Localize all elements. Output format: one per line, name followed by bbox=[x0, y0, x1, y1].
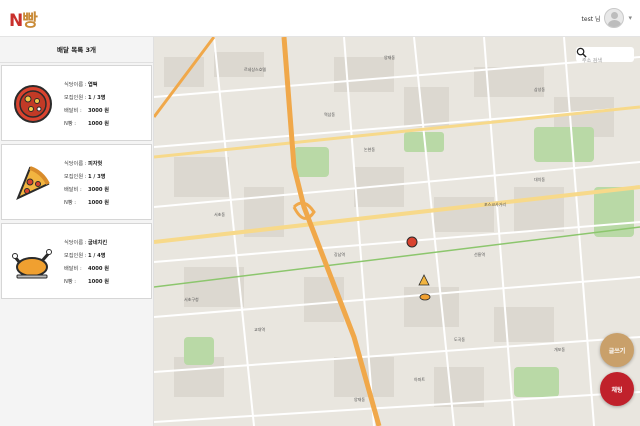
map-label: 교대역 bbox=[254, 327, 266, 332]
user-name: test 님 bbox=[581, 15, 601, 23]
map-label: 개포동 bbox=[554, 347, 566, 352]
n-split-value: 1000 원 bbox=[88, 121, 110, 127]
delivery-fee-label: 배달비 : bbox=[64, 187, 82, 193]
restaurant-label: 식당이름 : bbox=[64, 240, 87, 246]
restaurant-value: 피자헛 bbox=[88, 161, 103, 167]
map-view[interactable]: 양재동 역삼동 서초동 삼성동 논현동 대치동 강남역 선릉역 도곡동 개포동 … bbox=[154, 37, 640, 426]
logo-text: 빵 bbox=[22, 11, 38, 31]
restaurant-value: 굽네치킨 bbox=[88, 240, 108, 246]
logo-n: N bbox=[9, 11, 23, 31]
map-canvas[interactable] bbox=[154, 37, 640, 426]
map-label: 아파트 bbox=[414, 377, 426, 382]
n-split-value: 1000 원 bbox=[88, 279, 110, 285]
pizza-slice-icon bbox=[16, 166, 50, 200]
delivery-fee-label: 배달비 : bbox=[64, 108, 82, 114]
restaurant-label: 식당이름 : bbox=[64, 161, 87, 167]
user-menu[interactable]: test 님 ▾ bbox=[582, 8, 632, 28]
app-header: N빵 test 님 ▾ bbox=[0, 0, 640, 37]
n-split-label: N빵 : bbox=[64, 279, 77, 285]
map-label: 선릉역 bbox=[474, 252, 486, 257]
app-logo[interactable]: N빵 bbox=[9, 6, 38, 31]
map-label: 도곡동 bbox=[454, 337, 466, 342]
delivery-fee-label: 배달비 : bbox=[64, 266, 82, 272]
avatar[interactable] bbox=[604, 8, 625, 28]
chevron-down-icon[interactable]: ▾ bbox=[628, 14, 632, 22]
members-value: 1 / 3명 bbox=[88, 95, 106, 101]
map-label: 양재동 bbox=[354, 397, 366, 402]
delivery-fee-value: 4000 원 bbox=[88, 266, 110, 272]
pizza-plate-icon bbox=[14, 85, 52, 123]
n-split-label: N빵 : bbox=[64, 200, 77, 206]
map-label: 르네상스호텔 bbox=[244, 67, 267, 72]
search-icon[interactable] bbox=[576, 47, 587, 58]
delivery-fee-value: 3000 원 bbox=[88, 187, 110, 193]
delivery-list-sidebar: 배달 목록 3개 식당이름 : 엽떡 모집인원 :1 / 3명 배달비 :3000… bbox=[0, 37, 154, 426]
restaurant-label: 식당이름 : bbox=[64, 82, 87, 88]
delivery-list-title: 배달 목록 3개 bbox=[0, 37, 153, 63]
delivery-fee-value: 3000 원 bbox=[88, 108, 110, 114]
map-label: 포스코사거리 bbox=[484, 202, 507, 207]
card-info: 식당이름 : 엽떡 모집인원 :1 / 3명 배달비 : 3000 원 N빵 : 10… bbox=[64, 79, 109, 131]
roast-chicken-icon bbox=[12, 249, 52, 279]
delivery-card[interactable]: 식당이름 : 굽네치킨 모집인원 :1 / 4명 배달비 : 4000 원 N빵 :… bbox=[1, 223, 152, 299]
map-label: 양재동 bbox=[384, 55, 396, 60]
map-label: 역삼동 bbox=[324, 112, 336, 117]
map-label: 서초동 bbox=[214, 212, 226, 217]
map-label: 서초구청 bbox=[184, 297, 199, 302]
members-label: 모집인원 : bbox=[64, 253, 87, 259]
map-label: 논현동 bbox=[364, 147, 376, 152]
members-value: 1 / 3명 bbox=[88, 174, 106, 180]
map-label: 강남역 bbox=[334, 252, 346, 257]
address-search-bar bbox=[576, 47, 634, 69]
restaurant-value: 엽떡 bbox=[88, 82, 98, 88]
members-value: 1 / 4명 bbox=[88, 253, 106, 259]
card-info: 식당이름 : 피자헛 모집인원 :1 / 3명 배달비 : 3000 원 N빵 : 1… bbox=[64, 158, 109, 210]
members-label: 모집인원 : bbox=[64, 95, 87, 101]
map-label: 삼성동 bbox=[534, 87, 546, 92]
members-label: 모집인원 : bbox=[64, 174, 87, 180]
map-label: 대치동 bbox=[534, 177, 546, 182]
write-button[interactable]: 글쓰기 bbox=[600, 333, 634, 367]
n-split-value: 1000 원 bbox=[88, 200, 110, 206]
n-split-label: N빵 : bbox=[64, 121, 77, 127]
delivery-card[interactable]: 식당이름 : 엽떡 모집인원 :1 / 3명 배달비 : 3000 원 N빵 : 10… bbox=[1, 65, 152, 141]
card-info: 식당이름 : 굽네치킨 모집인원 :1 / 4명 배달비 : 4000 원 N빵 :… bbox=[64, 237, 109, 289]
delivery-card[interactable]: 식당이름 : 피자헛 모집인원 :1 / 3명 배달비 : 3000 원 N빵 : 1… bbox=[1, 144, 152, 220]
chat-button[interactable]: 채팅 bbox=[600, 372, 634, 406]
